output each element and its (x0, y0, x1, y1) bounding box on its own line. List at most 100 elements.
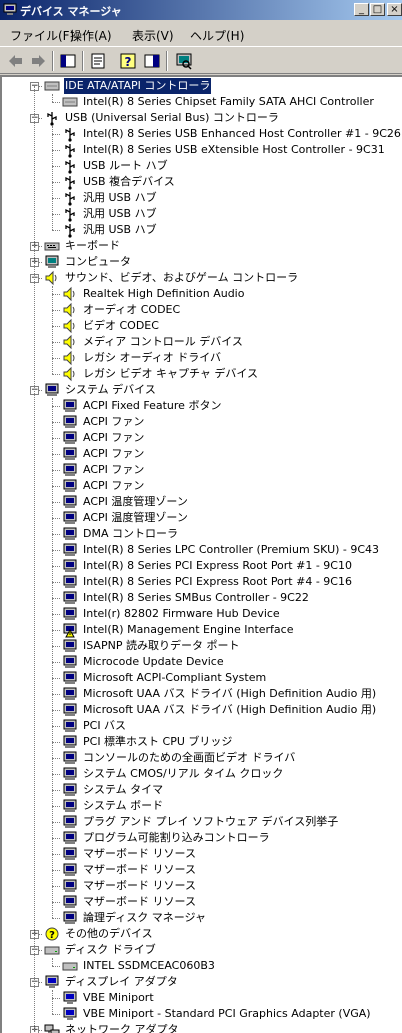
menu-view[interactable]: 表示(V) (132, 27, 174, 44)
device-manager-window: デバイス マネージャ _ □ × ファイル(F) 操作(A) 表示(V) ヘルプ… (0, 0, 402, 1033)
tree-connector (52, 758, 60, 759)
toolbar-separator (82, 51, 84, 71)
tree-connector (52, 694, 60, 695)
tree-item-label: ACPI Fixed Feature ボタン (83, 399, 222, 412)
tree-item-label: システム ボード (83, 799, 164, 812)
speaker-icon (63, 286, 75, 302)
usb-icon (65, 192, 75, 206)
tree-item-label: システム CMOS/リアル タイム クロック (83, 767, 284, 780)
tree-connector (52, 726, 60, 727)
tree-item-label: マザーボード リソース (83, 895, 196, 908)
title-bar[interactable]: デバイス マネージャ _ □ × (0, 0, 402, 20)
menu-file[interactable]: ファイル(F) (10, 27, 74, 44)
close-button[interactable]: × (387, 3, 402, 16)
tree-connector (52, 918, 60, 919)
tree-item-label: Realtek High Definition Audio (83, 287, 245, 300)
tree-connector (52, 854, 60, 855)
tree-item-label: INTEL SSDMCEAC060B3 (83, 959, 215, 972)
tree-item-label: Microsoft UAA バス ドライバ (High Definition A… (83, 703, 377, 716)
speaker-icon (63, 318, 75, 334)
usb-icon (65, 224, 75, 238)
properties-icon[interactable] (88, 51, 108, 71)
speaker-icon (45, 270, 57, 286)
tree-connector (52, 902, 60, 903)
back-icon[interactable] (6, 51, 26, 71)
tree-item-label: Microsoft ACPI-Compliant System (83, 671, 267, 684)
tree-connector (52, 486, 60, 487)
tree-connector (52, 294, 60, 295)
system-device-icon (63, 815, 77, 828)
scan-hardware-icon[interactable] (174, 51, 194, 71)
tree-item-label: ACPI ファン (83, 431, 145, 444)
menu-help[interactable]: ヘルプ(H) (190, 27, 244, 44)
tree-item-label: 汎用 USB ハブ (83, 191, 157, 204)
system-device-icon (63, 783, 77, 796)
menu-action[interactable]: 操作(A) (70, 27, 112, 44)
system-device-icon (63, 895, 77, 908)
tree-item-label: マザーボード リソース (83, 863, 196, 876)
tree-connector (52, 230, 60, 231)
system-device-icon (63, 431, 77, 444)
help-icon[interactable]: ? (118, 51, 138, 71)
computer-icon (45, 255, 59, 268)
tree-item-label: キーボード (65, 239, 120, 252)
tree-item-label: ACPI 温度管理ゾーン (83, 511, 188, 524)
system-device-icon (63, 687, 77, 700)
tree-connector (52, 966, 60, 967)
system-device-icon (63, 879, 77, 892)
system-device-icon (63, 847, 77, 860)
tree-item-label: レガシ オーディオ ドライバ (83, 351, 222, 364)
forward-icon[interactable] (28, 51, 48, 71)
maximize-button[interactable]: □ (370, 3, 385, 16)
speaker-icon (63, 366, 75, 382)
tree-connector (52, 134, 60, 135)
tree-connector (52, 646, 60, 647)
tree-connector (52, 534, 60, 535)
tree-connector (52, 790, 60, 791)
tree-connector (52, 470, 60, 471)
system-device-icon (63, 527, 77, 540)
view-icon[interactable] (142, 51, 162, 71)
device-tree[interactable]: IDE ATA/ATAPI コントローラ − Intel(R) 8 Series C… (0, 75, 402, 1033)
tree-connector (52, 710, 60, 711)
tree-item-label: コンソールのための全画面ビデオ ドライバ (83, 751, 296, 764)
system-device-icon (63, 863, 77, 876)
ide-icon (44, 81, 60, 91)
tree-connector (52, 374, 60, 375)
tree-connector (52, 998, 60, 999)
tree-connector (52, 310, 60, 311)
show-hide-tree-icon[interactable] (58, 51, 78, 71)
tree-item-label: USB (Universal Serial Bus) コントローラ (65, 111, 279, 124)
tree-connector (52, 438, 60, 439)
tree-connector (34, 86, 35, 1033)
speaker-icon (63, 334, 75, 350)
system-device-icon (63, 495, 77, 508)
tree-item-label: その他のデバイス (65, 927, 153, 940)
tree-connector (52, 422, 60, 423)
tree-item-label: ACPI ファン (83, 447, 145, 460)
ide-icon (62, 97, 78, 107)
system-device-icon (63, 399, 77, 412)
minimize-button[interactable]: _ (354, 3, 369, 16)
tree-connector (52, 958, 53, 966)
tree-connector (52, 550, 60, 551)
tree-connector (52, 614, 60, 615)
tree-connector (52, 166, 60, 167)
tree-item-label: ビデオ CODEC (83, 319, 159, 332)
tree-item-label: Intel(R) 8 Series LPC Controller (Premiu… (83, 543, 380, 556)
toolbar-separator (52, 51, 54, 71)
unknown-device-icon: ? (45, 927, 59, 941)
speaker-icon (63, 350, 75, 366)
tree-item-label: マザーボード リソース (83, 847, 196, 860)
tree-item-label: サウンド、ビデオ、およびゲーム コントローラ (65, 271, 299, 284)
display-icon (45, 975, 59, 988)
tree-item-label: 論理ディスク マネージャ (83, 911, 206, 924)
system-device-icon (63, 479, 77, 492)
tree-item-label: ACPI ファン (83, 463, 145, 476)
tree-item-label: Intel(r) 82802 Firmware Hub Device (83, 607, 280, 620)
tree-item-label: USB ルート ハブ (83, 159, 168, 172)
system-device-icon (63, 415, 77, 428)
tree-connector (52, 630, 60, 631)
tree-connector (52, 662, 60, 663)
tree-item-label: ネットワーク アダプタ (65, 1023, 179, 1033)
